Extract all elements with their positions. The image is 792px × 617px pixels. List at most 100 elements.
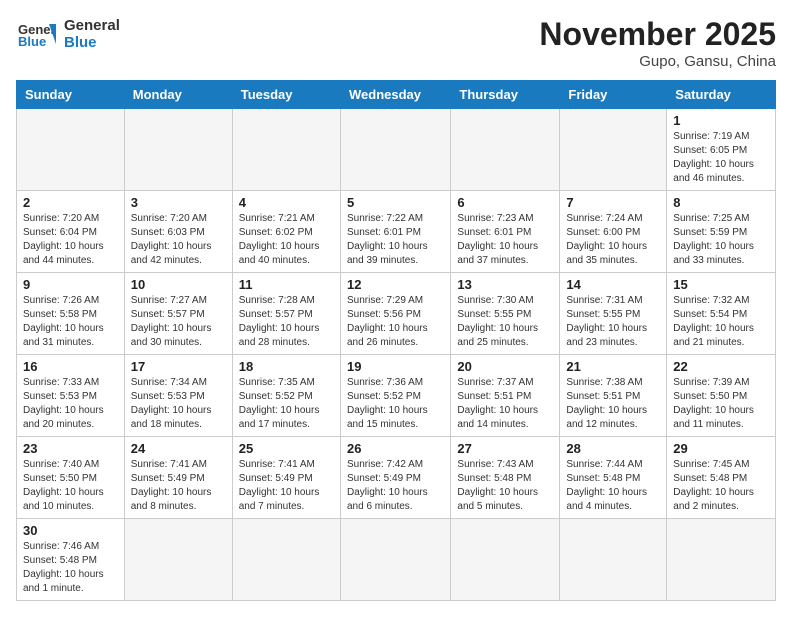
logo-blue: Blue xyxy=(64,34,120,51)
table-row: 11Sunrise: 7:28 AM Sunset: 5:57 PM Dayli… xyxy=(232,273,340,355)
day-number: 5 xyxy=(347,195,444,210)
day-info: Sunrise: 7:19 AM Sunset: 6:05 PM Dayligh… xyxy=(673,130,769,186)
day-number: 18 xyxy=(239,359,334,374)
table-row: 29 Sunrise: 7:45 AM Sunset: 5:48 PM Dayli… xyxy=(667,437,776,519)
day-number: 10 xyxy=(131,277,226,292)
table-row: 19 Sunrise: 7:36 AM Sunset: 5:52 PM Dayli… xyxy=(340,355,450,437)
table-row xyxy=(560,519,667,601)
svg-text:Blue: Blue xyxy=(18,34,46,49)
table-row: 4 Sunrise: 7:21 AM Sunset: 6:02 PM Daylig… xyxy=(232,191,340,273)
table-row xyxy=(340,519,450,601)
table-row: 24 Sunrise: 7:41 AM Sunset: 5:49 PM Dayli… xyxy=(124,437,232,519)
day-number: 12 xyxy=(347,277,444,292)
day-number: 7 xyxy=(566,195,660,210)
header-friday: Friday xyxy=(560,81,667,109)
day-info: Sunrise: 7:33 AM Sunset: 5:53 PM Dayligh… xyxy=(23,376,118,432)
title-area: November 2025 Gupo, Gansu, China xyxy=(539,16,776,70)
table-row xyxy=(232,519,340,601)
day-info: Sunrise: 7:24 AM Sunset: 6:00 PM Dayligh… xyxy=(566,212,660,268)
table-row: 15Sunrise: 7:32 AM Sunset: 5:54 PM Dayli… xyxy=(667,273,776,355)
day-info: Sunrise: 7:36 AM Sunset: 5:52 PM Dayligh… xyxy=(347,376,444,432)
table-row: 2Sunrise: 7:20 AM Sunset: 6:04 PM Daylig… xyxy=(17,191,125,273)
day-number: 9 xyxy=(23,277,118,292)
day-number: 26 xyxy=(347,441,444,456)
table-row: 6 Sunrise: 7:23 AM Sunset: 6:01 PM Daylig… xyxy=(451,191,560,273)
table-row: 18 Sunrise: 7:35 AM Sunset: 5:52 PM Dayli… xyxy=(232,355,340,437)
day-number: 14 xyxy=(566,277,660,292)
month-title: November 2025 xyxy=(539,16,776,53)
header-saturday: Saturday xyxy=(667,81,776,109)
day-info: Sunrise: 7:26 AM Sunset: 5:58 PM Dayligh… xyxy=(23,294,118,350)
day-number: 13 xyxy=(457,277,553,292)
day-info: Sunrise: 7:34 AM Sunset: 5:53 PM Dayligh… xyxy=(131,376,226,432)
table-row xyxy=(124,109,232,191)
day-info: Sunrise: 7:27 AM Sunset: 5:57 PM Dayligh… xyxy=(131,294,226,350)
header-monday: Monday xyxy=(124,81,232,109)
day-number: 2 xyxy=(23,195,118,210)
day-info: Sunrise: 7:31 AM Sunset: 5:55 PM Dayligh… xyxy=(566,294,660,350)
day-info: Sunrise: 7:40 AM Sunset: 5:50 PM Dayligh… xyxy=(23,458,118,514)
calendar-table: SundayMondayTuesdayWednesdayThursdayFrid… xyxy=(16,80,776,601)
table-row: 1 Sunrise: 7:19 AM Sunset: 6:05 PM Daylig… xyxy=(667,109,776,191)
day-info: Sunrise: 7:22 AM Sunset: 6:01 PM Dayligh… xyxy=(347,212,444,268)
day-info: Sunrise: 7:20 AM Sunset: 6:03 PM Dayligh… xyxy=(131,212,226,268)
day-info: Sunrise: 7:37 AM Sunset: 5:51 PM Dayligh… xyxy=(457,376,553,432)
day-number: 25 xyxy=(239,441,334,456)
table-row: 13 Sunrise: 7:30 AM Sunset: 5:55 PM Dayli… xyxy=(451,273,560,355)
day-number: 1 xyxy=(673,113,769,128)
day-number: 24 xyxy=(131,441,226,456)
table-row xyxy=(17,109,125,191)
table-row xyxy=(451,519,560,601)
day-info: Sunrise: 7:25 AM Sunset: 5:59 PM Dayligh… xyxy=(673,212,769,268)
day-info: Sunrise: 7:38 AM Sunset: 5:51 PM Dayligh… xyxy=(566,376,660,432)
table-row xyxy=(667,519,776,601)
page-header: General Blue General Blue November 2025 … xyxy=(16,16,776,70)
day-number: 19 xyxy=(347,359,444,374)
day-number: 22 xyxy=(673,359,769,374)
table-row: 8 Sunrise: 7:25 AM Sunset: 5:59 PM Daylig… xyxy=(667,191,776,273)
day-number: 27 xyxy=(457,441,553,456)
table-row: 9 Sunrise: 7:26 AM Sunset: 5:58 PM Daylig… xyxy=(17,273,125,355)
table-row: 30 Sunrise: 7:46 AM Sunset: 5:48 PM Dayli… xyxy=(17,519,125,601)
day-info: Sunrise: 7:23 AM Sunset: 6:01 PM Dayligh… xyxy=(457,212,553,268)
day-number: 23 xyxy=(23,441,118,456)
day-info: Sunrise: 7:41 AM Sunset: 5:49 PM Dayligh… xyxy=(131,458,226,514)
table-row: 22 Sunrise: 7:39 AM Sunset: 5:50 PM Dayli… xyxy=(667,355,776,437)
day-number: 8 xyxy=(673,195,769,210)
day-info: Sunrise: 7:46 AM Sunset: 5:48 PM Dayligh… xyxy=(23,540,118,596)
table-row: 5 Sunrise: 7:22 AM Sunset: 6:01 PM Daylig… xyxy=(340,191,450,273)
day-info: Sunrise: 7:39 AM Sunset: 5:50 PM Dayligh… xyxy=(673,376,769,432)
table-row: 12Sunrise: 7:29 AM Sunset: 5:56 PM Dayli… xyxy=(340,273,450,355)
header-tuesday: Tuesday xyxy=(232,81,340,109)
table-row: 3Sunrise: 7:20 AM Sunset: 6:03 PM Daylig… xyxy=(124,191,232,273)
location: Gupo, Gansu, China xyxy=(539,53,776,70)
table-row: 7 Sunrise: 7:24 AM Sunset: 6:00 PM Daylig… xyxy=(560,191,667,273)
day-info: Sunrise: 7:45 AM Sunset: 5:48 PM Dayligh… xyxy=(673,458,769,514)
day-info: Sunrise: 7:42 AM Sunset: 5:49 PM Dayligh… xyxy=(347,458,444,514)
day-info: Sunrise: 7:43 AM Sunset: 5:48 PM Dayligh… xyxy=(457,458,553,514)
table-row: 27 Sunrise: 7:43 AM Sunset: 5:48 PM Dayli… xyxy=(451,437,560,519)
day-info: Sunrise: 7:44 AM Sunset: 5:48 PM Dayligh… xyxy=(566,458,660,514)
day-number: 30 xyxy=(23,523,118,538)
logo-icon: General Blue xyxy=(16,16,56,52)
header-thursday: Thursday xyxy=(451,81,560,109)
day-number: 20 xyxy=(457,359,553,374)
day-number: 15 xyxy=(673,277,769,292)
day-number: 16 xyxy=(23,359,118,374)
header-sunday: Sunday xyxy=(17,81,125,109)
day-number: 29 xyxy=(673,441,769,456)
day-number: 4 xyxy=(239,195,334,210)
day-number: 28 xyxy=(566,441,660,456)
table-row: 20 Sunrise: 7:37 AM Sunset: 5:51 PM Dayli… xyxy=(451,355,560,437)
table-row: 14 Sunrise: 7:31 AM Sunset: 5:55 PM Dayli… xyxy=(560,273,667,355)
day-info: Sunrise: 7:35 AM Sunset: 5:52 PM Dayligh… xyxy=(239,376,334,432)
day-number: 6 xyxy=(457,195,553,210)
day-info: Sunrise: 7:30 AM Sunset: 5:55 PM Dayligh… xyxy=(457,294,553,350)
table-row xyxy=(451,109,560,191)
day-info: Sunrise: 7:41 AM Sunset: 5:49 PM Dayligh… xyxy=(239,458,334,514)
table-row: 25 Sunrise: 7:41 AM Sunset: 5:49 PM Dayli… xyxy=(232,437,340,519)
table-row xyxy=(124,519,232,601)
table-row: 10 Sunrise: 7:27 AM Sunset: 5:57 PM Dayli… xyxy=(124,273,232,355)
day-number: 11 xyxy=(239,277,334,292)
day-info: Sunrise: 7:21 AM Sunset: 6:02 PM Dayligh… xyxy=(239,212,334,268)
